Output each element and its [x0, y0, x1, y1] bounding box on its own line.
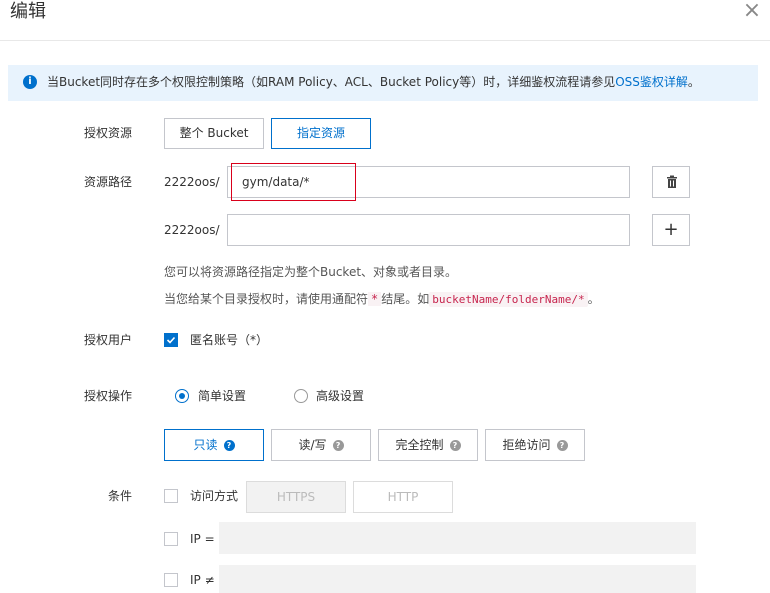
oss-auth-link[interactable]: OSS鉴权详解: [615, 75, 688, 89]
path-prefix-2: 2222oos/: [164, 223, 220, 237]
trash-icon: [667, 175, 677, 188]
ip-equals-input[interactable]: [219, 522, 696, 554]
advanced-mode-radio[interactable]: [294, 389, 308, 403]
add-path-button[interactable]: +: [652, 214, 690, 246]
http-button[interactable]: HTTP: [353, 481, 453, 513]
path-hint-1: 您可以将资源路径指定为整个Bucket、对象或者目录。: [164, 265, 458, 279]
info-icon: i: [23, 75, 37, 89]
hint2-part-a: 当您给某个目录授权时，请使用通配符: [164, 292, 369, 306]
anonymous-checkbox[interactable]: [164, 333, 178, 347]
path-hint-2: 当您给某个目录授权时，请使用通配符 * 结尾。如 bucketName/folderN…: [164, 291, 600, 308]
full-control-label: 完全控制: [395, 438, 444, 452]
help-icon: ?: [449, 440, 461, 451]
resource-path-input-2[interactable]: [227, 214, 630, 246]
check-icon: [166, 336, 176, 344]
readonly-button[interactable]: 只读?: [164, 429, 264, 461]
anonymous-label: 匿名账号（*）: [190, 333, 269, 347]
operation-label: 授权操作: [84, 389, 133, 403]
hint2-part-c: 。: [587, 292, 600, 306]
dialog-title: 编辑: [10, 1, 46, 22]
access-method-checkbox[interactable]: [164, 489, 178, 503]
full-control-button[interactable]: 完全控制?: [378, 429, 478, 461]
notice-body: 当Bucket同时存在多个权限控制策略（如RAM Policy、ACL、Buck…: [47, 75, 616, 89]
resource-label: 授权资源: [84, 126, 133, 140]
hint2-part-b: 结尾。如: [381, 292, 430, 306]
readonly-label: 只读: [193, 438, 218, 452]
wildcard-star: *: [368, 292, 382, 306]
close-icon[interactable]: ×: [740, 0, 764, 24]
ip-equals-label: IP =: [190, 532, 215, 546]
whole-bucket-button[interactable]: 整个 Bucket: [164, 118, 264, 149]
access-method-label: 访问方式: [190, 489, 239, 503]
notice-suffix: 。: [687, 75, 700, 89]
https-button[interactable]: HTTPS: [246, 481, 346, 513]
readwrite-label: 读/写: [298, 438, 327, 452]
path-highlight-box: [231, 163, 356, 201]
path-prefix-1: 2222oos/: [164, 175, 220, 189]
specific-resource-button[interactable]: 指定资源: [271, 118, 371, 149]
ip-not-equals-checkbox[interactable]: [164, 573, 178, 587]
help-icon: ?: [332, 440, 344, 451]
ip-not-equals-label: IP ≠: [190, 573, 215, 587]
simple-mode-label: 简单设置: [198, 389, 247, 403]
user-label: 授权用户: [84, 333, 133, 347]
deny-access-button[interactable]: 拒绝访问?: [485, 429, 585, 461]
simple-mode-radio[interactable]: [175, 389, 189, 403]
plus-icon: +: [663, 219, 679, 240]
header-divider: [0, 40, 770, 41]
delete-path-button[interactable]: [652, 166, 690, 198]
conditions-label: 条件: [108, 489, 133, 503]
advanced-mode-label: 高级设置: [316, 389, 365, 403]
resource-path-label: 资源路径: [84, 175, 133, 189]
ip-equals-checkbox[interactable]: [164, 532, 178, 546]
ip-not-equals-input[interactable]: [219, 565, 696, 593]
deny-access-label: 拒绝访问: [502, 438, 551, 452]
example-path-code: bucketName/folderName/*: [429, 292, 588, 307]
readwrite-button[interactable]: 读/写?: [271, 429, 371, 461]
notice-text: 当Bucket同时存在多个权限控制策略（如RAM Policy、ACL、Buck…: [47, 74, 700, 90]
help-icon: ?: [223, 440, 235, 451]
help-icon: ?: [556, 440, 568, 451]
